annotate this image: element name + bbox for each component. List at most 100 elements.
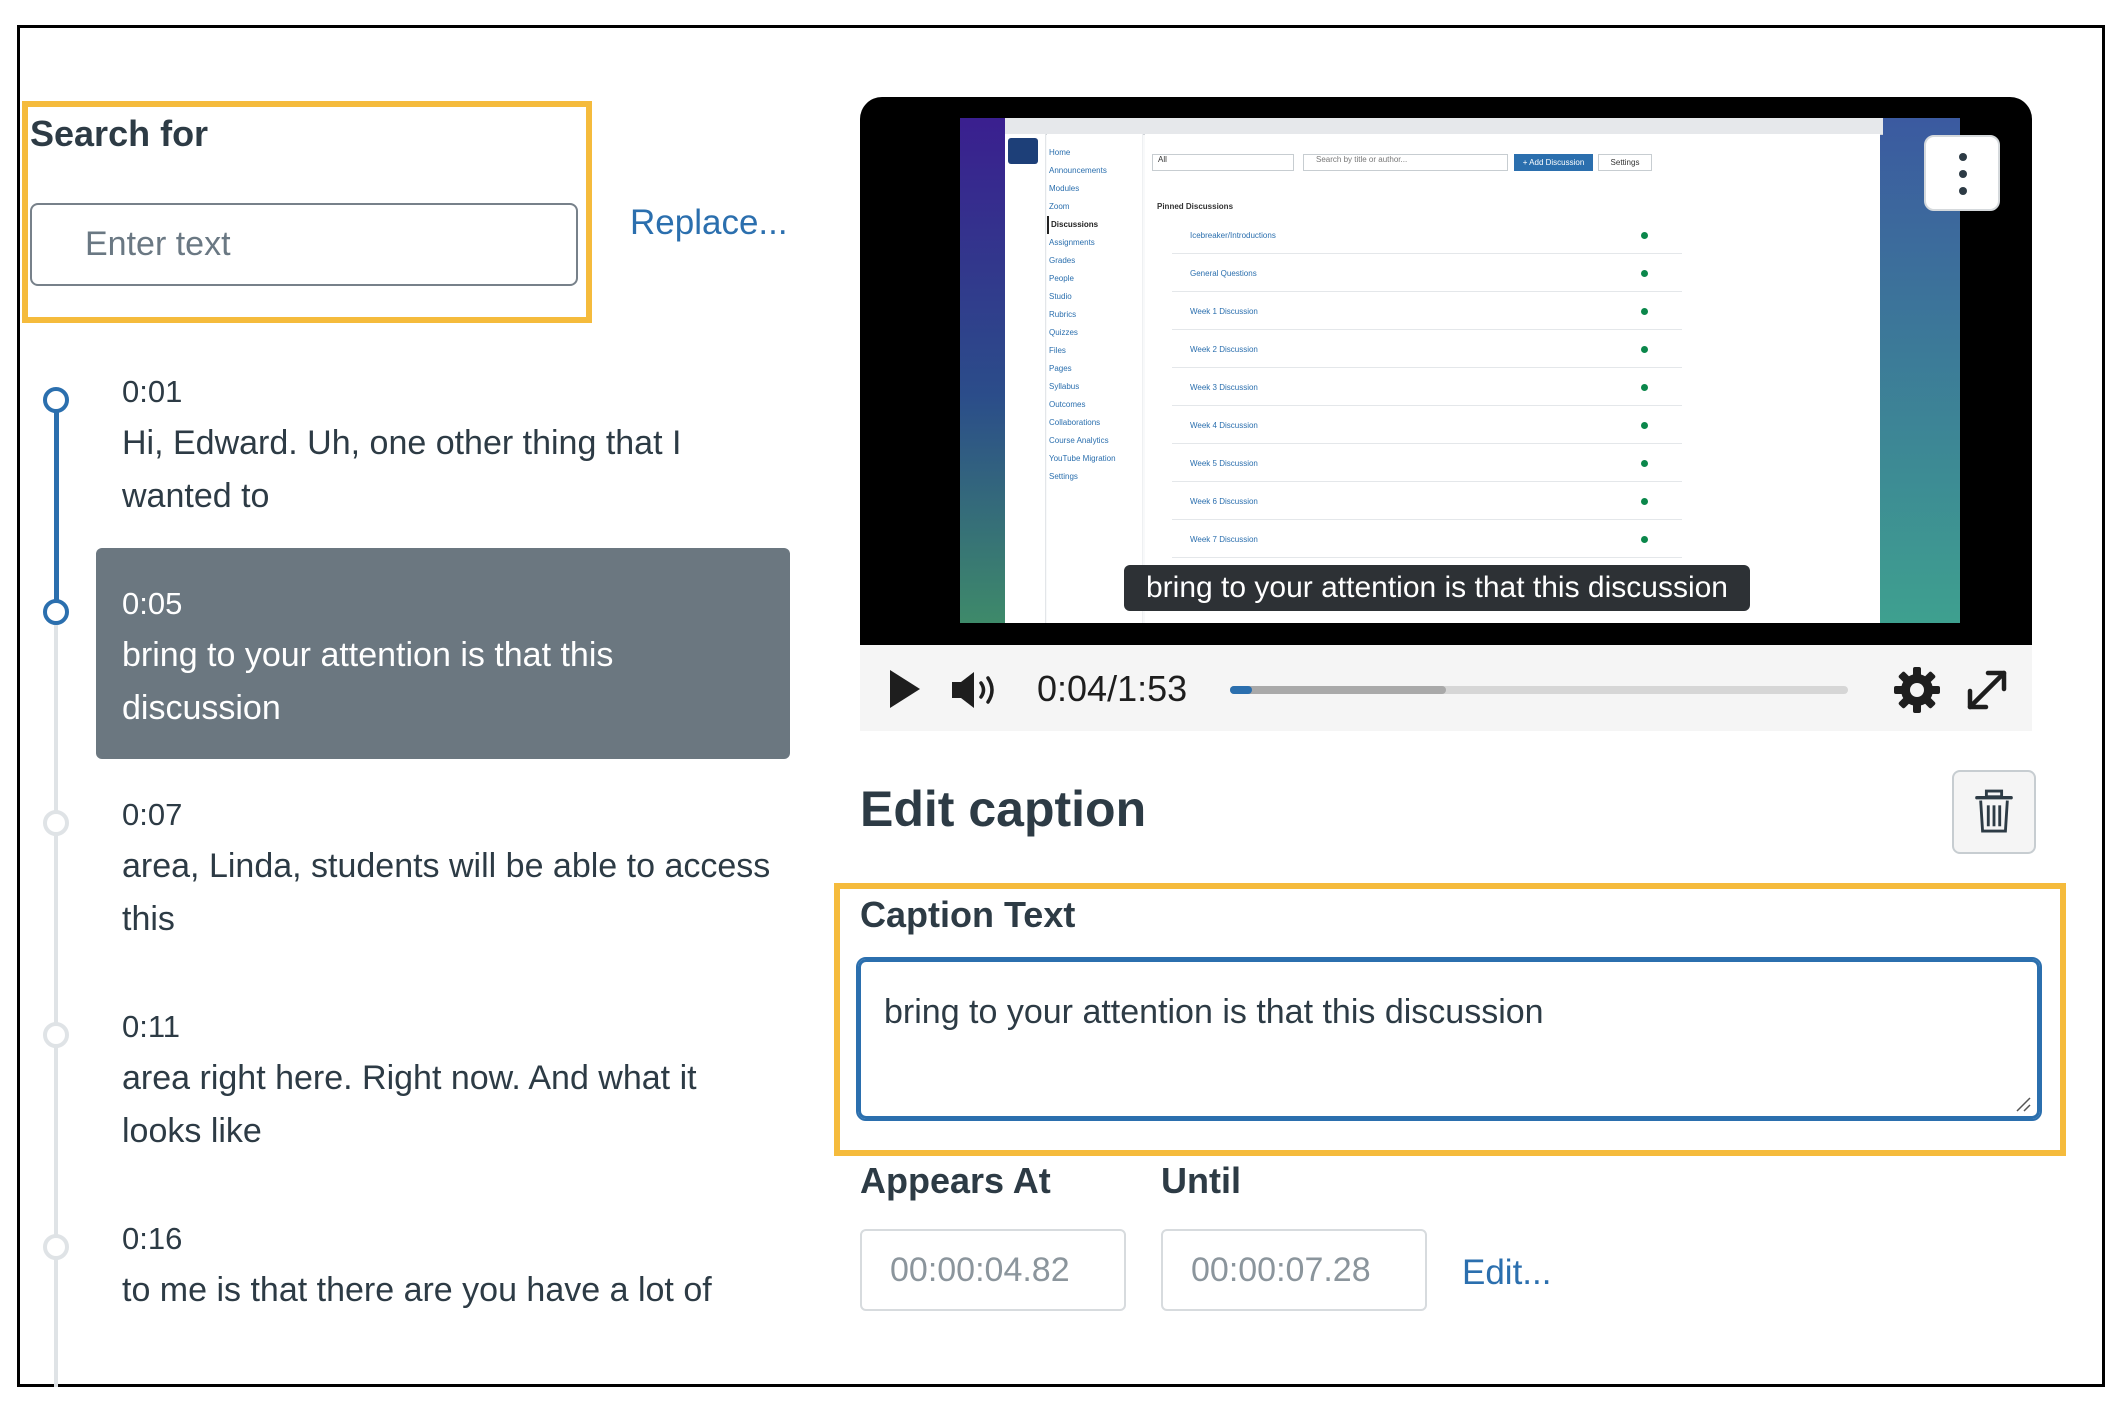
embedded-nav-item: Assignments	[1049, 238, 1095, 247]
embedded-browser-bar	[1005, 118, 1883, 135]
embedded-nav-item: Announcements	[1049, 166, 1107, 175]
cue-text: area right here. Right now. And what it …	[122, 1059, 697, 1150]
published-icon	[1641, 460, 1648, 467]
kebab-dot	[1959, 187, 1967, 195]
embedded-nav-item: Collaborations	[1049, 418, 1101, 427]
embedded-discussion-row: Week 5 Discussion	[1172, 446, 1682, 482]
cue-time: 0:16	[122, 1221, 183, 1256]
edit-caption-title: Edit caption	[860, 781, 1147, 837]
cue-time: 0:07	[122, 797, 183, 832]
cue-text: to me is that there are you have a lot o…	[122, 1271, 712, 1309]
appears-at-label: Appears At	[860, 1160, 1051, 1201]
timeline-progress-line	[54, 400, 59, 612]
embedded-discussion-title: Week 7 Discussion	[1190, 535, 1258, 544]
volume-icon[interactable]	[950, 668, 1002, 712]
appears-at-field[interactable]	[860, 1229, 1126, 1311]
timeline-dot-active	[43, 599, 69, 625]
embedded-nav-item: Outcomes	[1049, 400, 1086, 409]
caption-cue[interactable]: 0:16 to me is that there are you have a …	[122, 1217, 772, 1317]
timeline-dot	[43, 1234, 69, 1260]
embedded-nav-item: Course Analytics	[1049, 436, 1109, 445]
embedded-nav-item: Grades	[1049, 256, 1076, 265]
kebab-dot	[1959, 153, 1967, 161]
embedded-discussion-title: Week 5 Discussion	[1190, 459, 1258, 468]
play-icon[interactable]	[890, 670, 920, 708]
published-icon	[1641, 346, 1648, 353]
published-icon	[1641, 498, 1648, 505]
published-icon	[1641, 536, 1648, 543]
embedded-nav-item: Syllabus	[1049, 382, 1080, 391]
caption-cue[interactable]: 0:01 Hi, Edward. Uh, one other thing tha…	[122, 370, 772, 523]
embedded-nav-item: Quizzes	[1049, 328, 1078, 337]
embedded-nav-item: People	[1049, 274, 1074, 283]
caption-highlight-box	[834, 883, 2066, 1156]
embedded-search: Search by title or author...	[1303, 154, 1508, 171]
more-options-button[interactable]	[1924, 135, 2000, 211]
until-field[interactable]	[1161, 1229, 1427, 1311]
trash-icon	[1975, 789, 2013, 833]
caption-cue-selected[interactable]: 0:05 bring to your attention is that thi…	[122, 582, 772, 735]
cue-text: Hi, Edward. Uh, one other thing that I w…	[122, 424, 682, 515]
embedded-nav-item-current: Discussions	[1047, 216, 1142, 234]
time-display: 0:04/1:53	[1037, 668, 1188, 709]
embedded-nav-item: Pages	[1049, 364, 1072, 373]
embedded-nav-item: Zoom	[1049, 202, 1070, 211]
timeline-line	[54, 612, 58, 1387]
published-icon	[1641, 384, 1648, 391]
embedded-discussion-row: Week 1 Discussion	[1172, 294, 1682, 330]
fullscreen-icon[interactable]	[1962, 665, 2012, 715]
embedded-discussion-row: Icebreaker/Introductions	[1172, 218, 1682, 254]
embedded-add-button: + Add Discussion	[1514, 154, 1593, 171]
embedded-discussion-title: General Questions	[1190, 269, 1257, 278]
embedded-nav-item: YouTube Migration	[1049, 454, 1116, 463]
embedded-discussion-title: Week 2 Discussion	[1190, 345, 1258, 354]
embedded-discussion-title: Icebreaker/Introductions	[1190, 231, 1276, 240]
embedded-nav-item: Home	[1049, 148, 1071, 157]
cue-time: 0:11	[122, 1009, 181, 1044]
embedded-discussion-row: Week 6 Discussion	[1172, 484, 1682, 520]
replace-link[interactable]: Replace...	[630, 203, 788, 243]
embedded-discussion-title: Week 3 Discussion	[1190, 383, 1258, 392]
seek-bar-buffered	[1230, 686, 1446, 694]
embedded-nav-item: Files	[1049, 346, 1066, 355]
caption-cue[interactable]: 0:11 area right here. Right now. And wha…	[122, 1005, 772, 1158]
published-icon	[1641, 308, 1648, 315]
embedded-nav-item: Rubrics	[1049, 310, 1077, 319]
seek-bar-played	[1230, 686, 1252, 694]
settings-gear-icon[interactable]	[1892, 665, 1942, 715]
embedded-discussion-row: General Questions	[1172, 256, 1682, 292]
embedded-discussion-row: Week 2 Discussion	[1172, 332, 1682, 368]
search-highlight-box	[22, 101, 592, 323]
embedded-section-heading: Pinned Discussions	[1157, 202, 1234, 211]
embedded-discussion-title: Week 4 Discussion	[1190, 421, 1258, 430]
delete-caption-button[interactable]	[1952, 770, 2036, 854]
published-icon	[1641, 232, 1648, 239]
cue-text: area, Linda, students will be able to ac…	[122, 847, 771, 938]
edit-times-link[interactable]: Edit...	[1462, 1253, 1551, 1293]
embedded-discussion-row: Week 3 Discussion	[1172, 370, 1682, 406]
cue-text: bring to your attention is that this dis…	[122, 636, 614, 727]
embedded-nav-item: Modules	[1049, 184, 1080, 193]
timeline-dot	[43, 810, 69, 836]
cue-time: 0:01	[122, 374, 183, 409]
timeline-dot	[43, 1022, 69, 1048]
embedded-nav-item: Studio	[1049, 292, 1072, 301]
video-caption-overlay: bring to your attention is that this dis…	[1124, 565, 1750, 611]
timeline-dot-active	[43, 387, 69, 413]
embedded-nav-item: Settings	[1049, 472, 1078, 481]
caption-cue[interactable]: 0:07 area, Linda, students will be able …	[122, 793, 772, 946]
published-icon	[1641, 270, 1648, 277]
embedded-settings-button: Settings	[1598, 154, 1652, 171]
embedded-discussion-title: Week 1 Discussion	[1190, 307, 1258, 316]
embedded-discussion-row: Week 4 Discussion	[1172, 408, 1682, 444]
kebab-dot	[1959, 170, 1967, 178]
embedded-course-nav: Home Announcements Modules Zoom Discussi…	[1047, 134, 1143, 623]
cue-time: 0:05	[122, 586, 183, 621]
embedded-logo	[1008, 138, 1038, 164]
embedded-global-nav	[1005, 134, 1046, 623]
embedded-discussion-title: Week 6 Discussion	[1190, 497, 1258, 506]
embedded-filter: All	[1152, 154, 1294, 171]
until-label: Until	[1161, 1160, 1241, 1201]
published-icon	[1641, 422, 1648, 429]
embedded-discussion-row: Week 7 Discussion	[1172, 522, 1682, 558]
